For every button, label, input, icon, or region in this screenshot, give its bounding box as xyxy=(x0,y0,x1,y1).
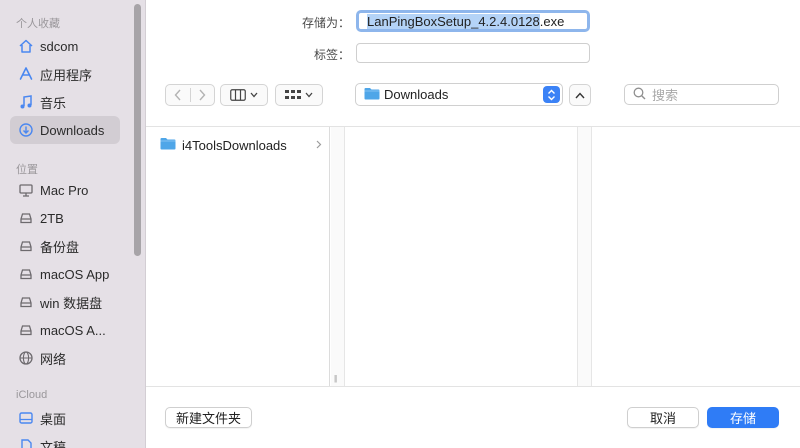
chevron-right-icon xyxy=(316,138,322,152)
group-view-button[interactable] xyxy=(275,84,323,106)
sidebar-item-backup-disk[interactable]: 备份盘 xyxy=(10,232,120,260)
sidebar-item-downloads[interactable]: Downloads xyxy=(10,116,120,144)
save-panel: 存储为： LanPingBoxSetup_4.2.4.0128 .exe 标签： … xyxy=(146,0,800,448)
music-icon xyxy=(18,94,34,110)
back-button[interactable] xyxy=(166,85,190,105)
filename-extension: .exe xyxy=(539,13,565,29)
sidebar-section-icloud: iCloud xyxy=(16,389,48,401)
document-icon xyxy=(18,438,34,448)
drive-icon xyxy=(18,322,34,338)
sidebar-section-favorites: 个人收藏 xyxy=(16,18,60,30)
sidebar-item-label: 桌面 xyxy=(40,411,67,427)
search-placeholder: 搜索 xyxy=(652,88,679,103)
filename-input[interactable]: LanPingBoxSetup_4.2.4.0128 .exe xyxy=(356,10,590,32)
updown-icon xyxy=(543,86,560,103)
drive-icon xyxy=(18,266,34,282)
folder-icon xyxy=(160,137,176,153)
back-forward-group xyxy=(165,84,215,106)
computer-icon xyxy=(18,182,34,198)
location-popup[interactable]: Downloads xyxy=(355,83,563,106)
drive-icon xyxy=(18,210,34,226)
sidebar-scrollbar[interactable] xyxy=(134,4,141,256)
sidebar-item-label: win 数据盘 xyxy=(40,295,103,311)
location-label: Downloads xyxy=(384,87,449,102)
filename-selected-text: LanPingBoxSetup_4.2.4.0128 xyxy=(367,13,540,29)
sidebar-item-label: 备份盘 xyxy=(40,239,80,255)
sidebar-item-2tb[interactable]: 2TB xyxy=(10,204,120,232)
sidebar-item-label: macOS A... xyxy=(40,322,106,338)
chevron-right-icon xyxy=(199,89,206,101)
forward-button[interactable] xyxy=(191,85,215,105)
sidebar-item-desktop[interactable]: 桌面 xyxy=(10,404,120,432)
sidebar-item-win-data[interactable]: win 数据盘 xyxy=(10,288,120,316)
tags-input[interactable] xyxy=(356,43,590,63)
sidebar-item-macos-a[interactable]: macOS A... xyxy=(10,316,120,344)
new-folder-button[interactable]: 新建文件夹 xyxy=(165,407,252,428)
sidebar-item-label: macOS App xyxy=(40,266,110,282)
browser-column: i4ToolsDownloads xyxy=(146,127,330,386)
list-item[interactable]: i4ToolsDownloads xyxy=(160,135,324,155)
home-icon xyxy=(18,38,34,54)
folder-icon xyxy=(364,87,380,103)
columns-icon xyxy=(230,89,246,101)
save-as-label: 存储为： xyxy=(301,16,350,30)
search-field[interactable]: 搜索 xyxy=(624,84,779,105)
sidebar-item-home[interactable]: sdcom xyxy=(10,32,120,60)
sidebar: 个人收藏 sdcom 应用程序 音乐 Downloads 位置 Mac Pro xyxy=(0,0,146,448)
grid-icon xyxy=(285,90,301,99)
column-divider xyxy=(578,127,592,386)
column-view-button[interactable] xyxy=(220,84,268,106)
file-browser: i4ToolsDownloads || xyxy=(146,126,800,387)
chevron-down-icon xyxy=(250,90,258,100)
sidebar-item-music[interactable]: 音乐 xyxy=(10,88,120,116)
search-icon xyxy=(633,87,646,103)
sidebar-item-macos-app[interactable]: macOS App xyxy=(10,260,120,288)
applications-icon xyxy=(18,66,34,82)
sidebar-item-label: 网络 xyxy=(40,351,67,367)
column-resize-handle-icon[interactable]: || xyxy=(334,374,337,383)
list-item-name: i4ToolsDownloads xyxy=(182,137,287,153)
tags-label: 标签： xyxy=(313,48,350,62)
sidebar-item-network[interactable]: 网络 xyxy=(10,344,120,372)
sidebar-item-label: 2TB xyxy=(40,210,64,226)
save-button[interactable]: 存储 xyxy=(707,407,779,428)
desktop-icon xyxy=(18,410,34,426)
sidebar-item-applications[interactable]: 应用程序 xyxy=(10,60,120,88)
drive-icon xyxy=(18,294,34,310)
downloads-icon xyxy=(18,122,34,138)
sidebar-item-label: 音乐 xyxy=(40,95,67,111)
collapse-button[interactable] xyxy=(569,84,591,106)
chevron-down-icon xyxy=(305,90,313,100)
sidebar-item-label: sdcom xyxy=(40,38,79,54)
sidebar-item-documents[interactable]: 文稿 xyxy=(10,432,120,448)
sidebar-item-label: 应用程序 xyxy=(40,67,93,83)
chevron-left-icon xyxy=(174,89,181,101)
sidebar-item-mac-pro[interactable]: Mac Pro xyxy=(10,176,120,204)
column-divider xyxy=(331,127,345,386)
drive-icon xyxy=(18,238,34,254)
sidebar-item-label: Downloads xyxy=(40,122,105,138)
cancel-button[interactable]: 取消 xyxy=(627,407,699,428)
sidebar-item-label: 文稿 xyxy=(40,439,67,448)
network-icon xyxy=(18,350,34,366)
sidebar-section-locations: 位置 xyxy=(16,164,38,176)
browser-column xyxy=(346,127,578,386)
sidebar-item-label: Mac Pro xyxy=(40,182,89,198)
chevron-up-icon xyxy=(575,91,585,98)
